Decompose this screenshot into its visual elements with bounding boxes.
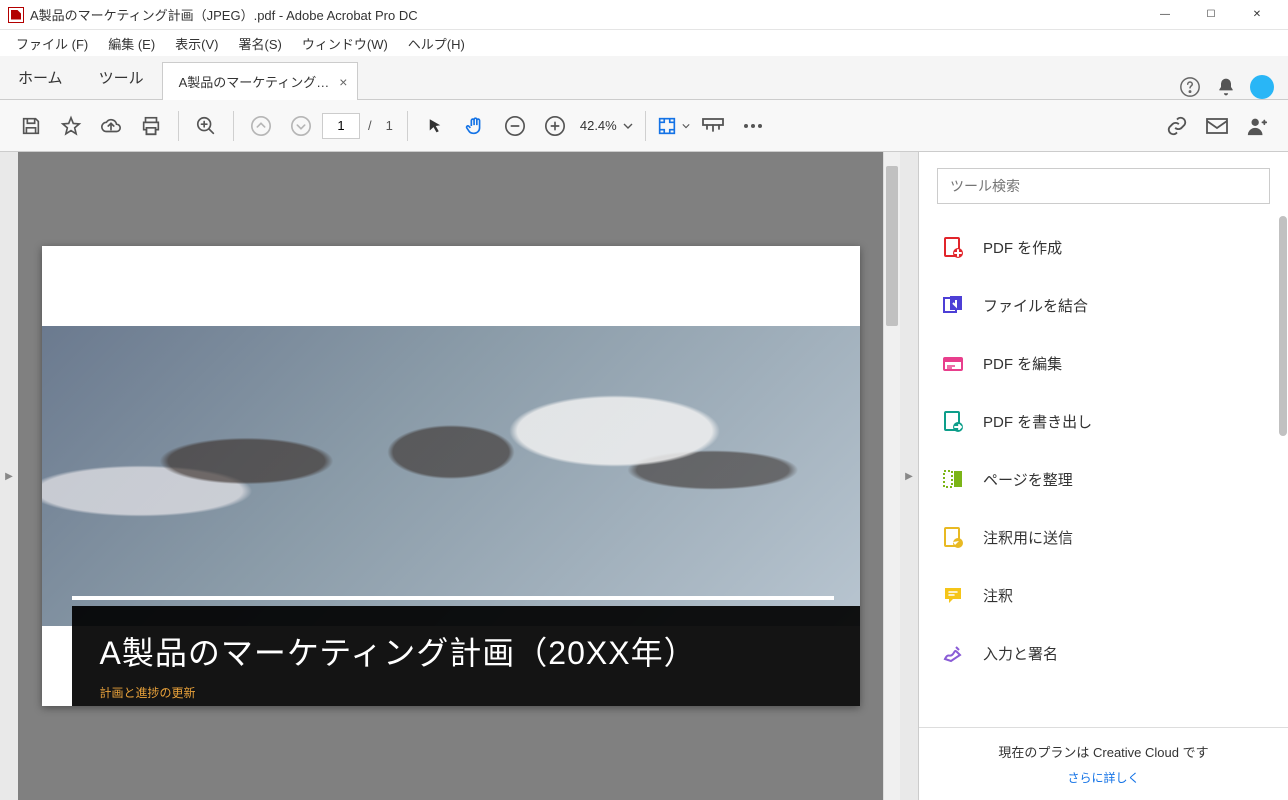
read-mode-icon[interactable] bbox=[694, 107, 732, 145]
tool-item-label: 注釈用に送信 bbox=[983, 527, 1073, 548]
page-number-input[interactable] bbox=[322, 113, 360, 139]
tool-item-send[interactable]: 注釈用に送信 bbox=[919, 508, 1288, 566]
hand-tool-icon[interactable] bbox=[456, 107, 494, 145]
panel-footer: 現在のプランは Creative Cloud です さらに詳しく bbox=[919, 727, 1288, 800]
combine-icon bbox=[941, 293, 965, 317]
tool-item-label: ファイルを結合 bbox=[983, 295, 1088, 316]
close-button[interactable]: ✕ bbox=[1234, 0, 1280, 30]
learn-more-link[interactable]: さらに詳しく bbox=[929, 769, 1278, 786]
menu-edit[interactable]: 編集 (E) bbox=[98, 31, 165, 56]
tools-panel: PDF を作成ファイルを結合 PDF を編集 PDF を書き出しページを整理注釈用に… bbox=[918, 152, 1288, 800]
comment-icon bbox=[941, 583, 965, 607]
panel-scrollbar-thumb[interactable] bbox=[1279, 216, 1287, 436]
menu-help[interactable]: ヘルプ(H) bbox=[398, 31, 475, 56]
email-icon[interactable] bbox=[1198, 107, 1236, 145]
notifications-icon[interactable] bbox=[1214, 75, 1238, 99]
send-icon bbox=[941, 525, 965, 549]
tab-bar: ホーム ツール A製品のマーケティング… × bbox=[0, 56, 1288, 100]
panel-scrollbar[interactable] bbox=[1278, 216, 1288, 720]
account-avatar[interactable] bbox=[1250, 75, 1274, 99]
more-tools-icon[interactable] bbox=[734, 107, 772, 145]
menu-bar: ファイル (F) 編集 (E) 表示(V) 署名(S) ウィンドウ(W) ヘルプ… bbox=[0, 30, 1288, 56]
document-title: A製品のマーケティング計画（20XX年） bbox=[100, 628, 832, 674]
add-person-icon[interactable] bbox=[1238, 107, 1276, 145]
pdf-page: A製品のマーケティング計画（20XX年） 計画と進捗の更新 bbox=[42, 246, 860, 706]
toolbar-separator bbox=[645, 111, 646, 141]
maximize-button[interactable]: ☐ bbox=[1188, 0, 1234, 30]
tool-item-comment[interactable]: 注釈 bbox=[919, 566, 1288, 624]
toolbar-separator bbox=[233, 111, 234, 141]
organize-icon bbox=[941, 467, 965, 491]
zoom-out-icon[interactable] bbox=[496, 107, 534, 145]
document-canvas[interactable]: A製品のマーケティング計画（20XX年） 計画と進捗の更新 bbox=[18, 152, 883, 800]
tab-home[interactable]: ホーム bbox=[0, 55, 81, 99]
cloud-upload-icon[interactable] bbox=[92, 107, 130, 145]
fit-window-icon[interactable] bbox=[654, 107, 692, 145]
right-panel-toggle[interactable]: ▶ bbox=[900, 152, 918, 800]
app-icon bbox=[8, 7, 24, 23]
chevron-down-icon bbox=[623, 123, 633, 129]
page-up-icon[interactable] bbox=[242, 107, 280, 145]
page-hero-image bbox=[42, 326, 860, 626]
tool-item-label: PDF を編集 bbox=[983, 353, 1062, 374]
tab-tools[interactable]: ツール bbox=[81, 55, 162, 99]
tool-item-edit[interactable]: PDF を編集 bbox=[919, 334, 1288, 392]
tool-item-label: ページを整理 bbox=[983, 469, 1073, 490]
menu-view[interactable]: 表示(V) bbox=[165, 31, 228, 56]
search-zoom-icon[interactable] bbox=[187, 107, 225, 145]
vertical-scrollbar[interactable] bbox=[883, 152, 900, 800]
page-down-icon[interactable] bbox=[282, 107, 320, 145]
zoom-level-dropdown[interactable]: 42.4% bbox=[576, 118, 637, 133]
menu-sign[interactable]: 署名(S) bbox=[229, 31, 292, 56]
tool-item-label: PDF を書き出し bbox=[983, 411, 1092, 432]
edit-icon bbox=[941, 351, 965, 375]
print-icon[interactable] bbox=[132, 107, 170, 145]
selection-tool-icon[interactable] bbox=[416, 107, 454, 145]
document-tab[interactable]: A製品のマーケティング… × bbox=[162, 62, 359, 100]
plan-text: 現在のプランは Creative Cloud です bbox=[929, 742, 1278, 761]
document-subtitle: 計画と進捗の更新 bbox=[100, 684, 832, 701]
document-area: ▶ A製品のマーケティング計画（20XX年） 計画と進捗の更新 ▶ bbox=[0, 152, 918, 800]
zoom-value-label: 42.4% bbox=[580, 118, 617, 133]
tool-item-label: 入力と署名 bbox=[983, 643, 1058, 664]
left-panel-toggle[interactable]: ▶ bbox=[0, 152, 18, 800]
page-title-block: A製品のマーケティング計画（20XX年） 計画と進捗の更新 bbox=[72, 606, 860, 706]
toolbar-separator bbox=[178, 111, 179, 141]
menu-file[interactable]: ファイル (F) bbox=[6, 31, 98, 56]
workspace: ▶ A製品のマーケティング計画（20XX年） 計画と進捗の更新 ▶ PDF を作… bbox=[0, 152, 1288, 800]
document-tab-label: A製品のマーケティング… bbox=[179, 72, 330, 91]
title-bar: A製品のマーケティング計画（JPEG）.pdf - Adobe Acrobat … bbox=[0, 0, 1288, 30]
tool-item-combine[interactable]: ファイルを結合 bbox=[919, 276, 1288, 334]
tool-search-input[interactable] bbox=[937, 168, 1270, 204]
menu-window[interactable]: ウィンドウ(W) bbox=[292, 31, 398, 56]
window-title: A製品のマーケティング計画（JPEG）.pdf - Adobe Acrobat … bbox=[30, 5, 1142, 24]
fillsign-icon bbox=[941, 641, 965, 665]
tool-item-export[interactable]: PDF を書き出し bbox=[919, 392, 1288, 450]
save-icon[interactable] bbox=[12, 107, 50, 145]
close-tab-icon[interactable]: × bbox=[339, 74, 347, 90]
scrollbar-thumb[interactable] bbox=[886, 166, 898, 326]
minimize-button[interactable]: — bbox=[1142, 0, 1188, 30]
tool-item-label: 注釈 bbox=[983, 585, 1013, 606]
page-total: 1 bbox=[386, 118, 393, 133]
tool-item-label: PDF を作成 bbox=[983, 237, 1062, 258]
help-icon[interactable] bbox=[1178, 75, 1202, 99]
zoom-in-icon[interactable] bbox=[536, 107, 574, 145]
star-icon[interactable] bbox=[52, 107, 90, 145]
toolbar: / 1 42.4% bbox=[0, 100, 1288, 152]
export-icon bbox=[941, 409, 965, 433]
tool-item-organize[interactable]: ページを整理 bbox=[919, 450, 1288, 508]
tool-item-create[interactable]: PDF を作成 bbox=[919, 218, 1288, 276]
window-controls: — ☐ ✕ bbox=[1142, 0, 1280, 30]
tool-item-fillsign[interactable]: 入力と署名 bbox=[919, 624, 1288, 682]
share-link-icon[interactable] bbox=[1158, 107, 1196, 145]
tool-list: PDF を作成ファイルを結合 PDF を編集 PDF を書き出しページを整理注釈用に… bbox=[919, 212, 1288, 727]
create-icon bbox=[941, 235, 965, 259]
page-separator: / bbox=[368, 118, 372, 133]
toolbar-separator bbox=[407, 111, 408, 141]
